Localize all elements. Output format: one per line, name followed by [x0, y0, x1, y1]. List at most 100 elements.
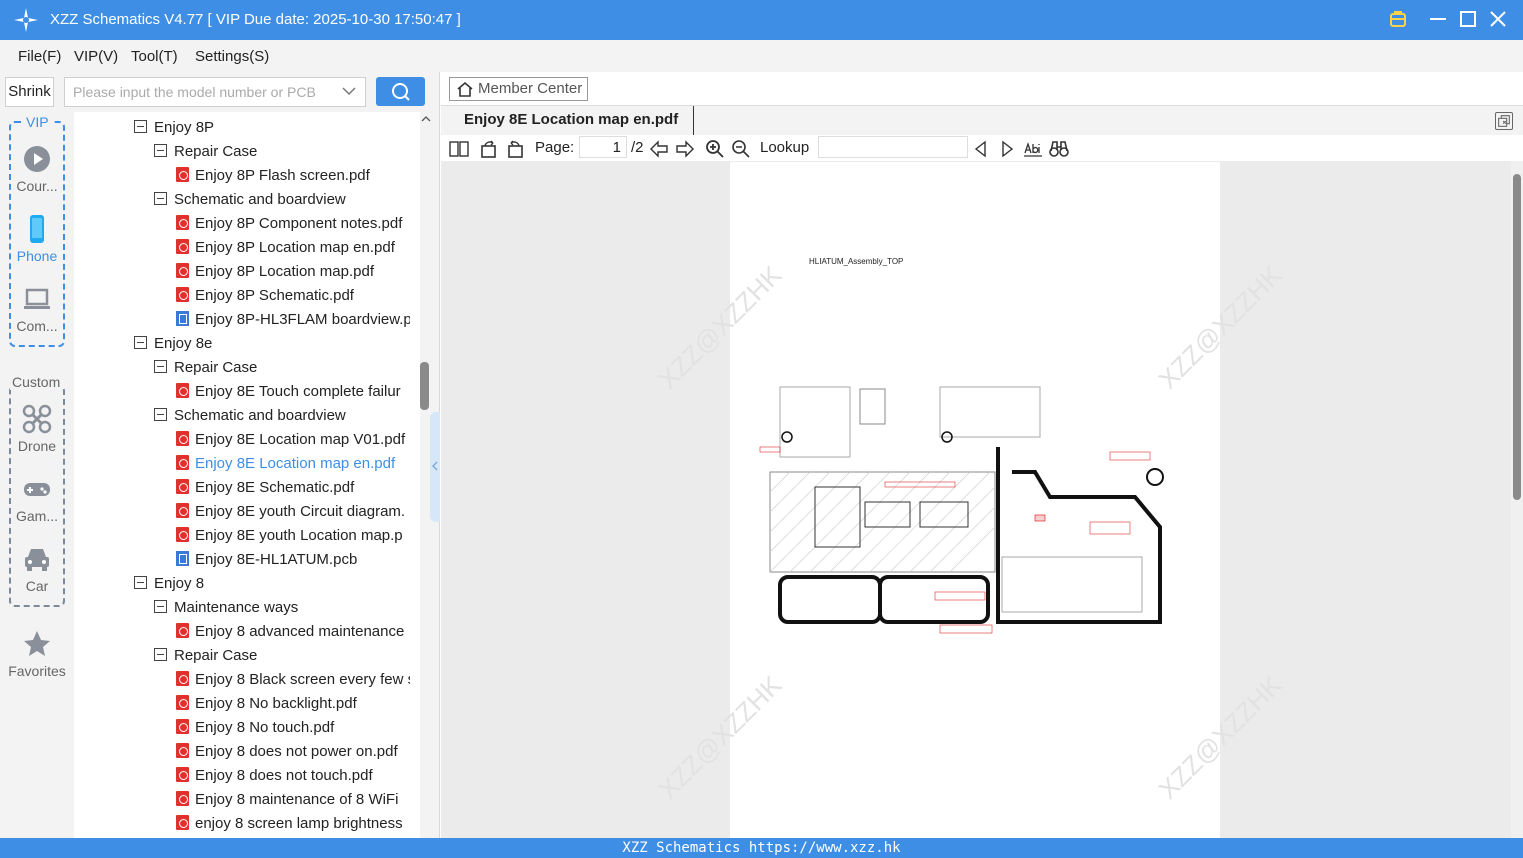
menu-file[interactable]: File(F) — [18, 48, 61, 65]
pdf-file-icon — [176, 526, 189, 542]
zoom-out-icon[interactable] — [731, 139, 751, 159]
tree-folder[interactable]: Repair Case — [154, 644, 410, 668]
tree-file[interactable]: enjoy 8 screen lamp brightness — [176, 812, 410, 836]
collapse-icon[interactable] — [154, 143, 167, 157]
scroll-up-icon[interactable] — [420, 114, 432, 124]
close-button[interactable] — [1487, 8, 1509, 30]
tree-folder[interactable]: Repair Case — [154, 356, 410, 380]
category-game[interactable]: Gam... — [10, 474, 64, 524]
rotate-left-icon[interactable] — [479, 139, 499, 159]
next-page-icon[interactable] — [675, 139, 695, 159]
tree-folder[interactable]: Repair Case — [154, 140, 410, 164]
tree-scrollbar-thumb[interactable] — [420, 362, 429, 410]
tree-file[interactable]: Enjoy 8E-HL1ATUM.pcb — [176, 548, 410, 572]
shrink-button[interactable]: Shrink — [5, 77, 54, 107]
tree-item-label: Enjoy 8P Location map.pdf — [195, 263, 375, 280]
find-previous-icon[interactable] — [971, 139, 991, 159]
category-phone[interactable]: Phone — [10, 214, 64, 264]
find-next-icon[interactable] — [997, 139, 1017, 159]
collapse-icon[interactable] — [154, 599, 167, 613]
pdf-file-icon — [176, 430, 189, 446]
category-courses[interactable]: Cour... — [10, 144, 64, 194]
tree-folder[interactable]: Schematic and boardview — [154, 188, 410, 212]
category-favorites[interactable]: Favorites — [2, 629, 72, 679]
pdf-file-icon — [176, 454, 189, 470]
category-car[interactable]: Car — [10, 544, 64, 594]
zoom-in-icon[interactable] — [705, 139, 725, 159]
tree-file[interactable]: Enjoy 8P Location map.pdf — [176, 260, 410, 284]
tree-file[interactable]: Enjoy 8E Location map V01.pdf — [176, 428, 410, 452]
tree-file[interactable]: Enjoy 8E youth Circuit diagram. — [176, 500, 410, 524]
collapse-icon[interactable] — [154, 359, 167, 373]
tree-file[interactable]: Enjoy 8 advanced maintenance — [176, 620, 410, 644]
tree-item-label: Repair Case — [174, 647, 258, 664]
close-tab-icon[interactable] — [1495, 112, 1513, 130]
previous-page-icon[interactable] — [649, 139, 669, 159]
tree-folder[interactable]: Schematic and boardview — [154, 404, 410, 428]
tree-file[interactable]: Enjoy 8 does not touch.pdf — [176, 764, 410, 788]
viewer-scrollbar[interactable] — [1511, 161, 1523, 838]
tree-file[interactable]: Enjoy 8 does not power on.pdf — [176, 740, 410, 764]
tree-folder[interactable]: Enjoy 8 — [134, 572, 410, 596]
pdf-viewer[interactable]: HLIATUM_Assembly_TOP XZZ@XZZHK XZZ@XZZHK… — [441, 161, 1523, 838]
category-drone[interactable]: Drone — [10, 404, 64, 454]
tree-file[interactable]: Enjoy 8E Schematic.pdf — [176, 476, 410, 500]
minimize-button[interactable] — [1427, 8, 1449, 30]
tree-item-label: Enjoy 8P Flash screen.pdf — [195, 167, 370, 184]
category-label: Cour... — [16, 178, 58, 194]
board-layout-diagram — [759, 386, 1164, 634]
category-label: Favorites — [8, 663, 66, 679]
tree-file[interactable]: Enjoy 8E Location map en.pdf — [176, 452, 410, 476]
tree-item-label: Enjoy 8P — [154, 119, 215, 136]
tree-folder[interactable]: Enjoy 8P — [134, 116, 410, 140]
tree-file[interactable]: Enjoy 8P Location map en.pdf — [176, 236, 410, 260]
page-number-input[interactable]: 1 — [579, 136, 627, 158]
panel-collapse-handle[interactable] — [430, 412, 440, 522]
tree-file[interactable]: Enjoy 8 No touch.pdf — [176, 716, 410, 740]
menu-tool[interactable]: Tool(T) — [131, 48, 178, 65]
tab-strip: Enjoy 8E Location map en.pdf — [441, 105, 1523, 136]
tree-item-label: Enjoy 8 No touch.pdf — [195, 719, 335, 736]
match-case-icon[interactable] — [1023, 139, 1043, 159]
chevron-down-icon[interactable] — [341, 83, 357, 99]
tree-item-label: Enjoy 8 does not touch.pdf — [195, 767, 373, 784]
collapse-icon[interactable] — [134, 575, 147, 589]
tree-file[interactable]: Enjoy 8P Flash screen.pdf — [176, 164, 410, 188]
menu-settings[interactable]: Settings(S) — [195, 48, 269, 65]
maximize-button[interactable] — [1457, 8, 1479, 30]
two-page-view-icon[interactable] — [449, 139, 469, 159]
search-icon — [392, 83, 410, 101]
binoculars-icon[interactable] — [1049, 139, 1069, 159]
tree-file[interactable]: Enjoy 8 Black screen every few s — [176, 668, 410, 692]
tree-file[interactable]: Enjoy 8E Touch complete failur — [176, 380, 410, 404]
tree-file[interactable]: Enjoy 8P Schematic.pdf — [176, 284, 410, 308]
viewer-scrollbar-thumb[interactable] — [1513, 174, 1521, 500]
search-input[interactable]: Please input the model number or PCB — [64, 77, 366, 107]
rotate-right-icon[interactable] — [505, 139, 525, 159]
tree-file[interactable]: Enjoy 8 maintenance of 8 WiFi — [176, 788, 410, 812]
collapse-icon[interactable] — [154, 647, 167, 661]
category-computer[interactable]: Com... — [10, 284, 64, 334]
pdf-file-icon — [176, 238, 189, 254]
tree-file[interactable]: Enjoy 8P Component notes.pdf — [176, 212, 410, 236]
tree-file[interactable]: Enjoy 8E youth Location map.p — [176, 524, 410, 548]
search-button[interactable] — [376, 77, 425, 106]
tree-file[interactable]: Enjoy 8 No backlight.pdf — [176, 692, 410, 716]
member-center-button[interactable]: Member Center — [449, 77, 588, 101]
menu-vip[interactable]: VIP(V) — [74, 48, 118, 65]
tree-item-label: Maintenance ways — [174, 599, 299, 616]
lookup-input[interactable] — [818, 136, 968, 158]
tree-folder[interactable]: Maintenance ways — [154, 596, 410, 620]
window-title: XZZ Schematics V4.77 [ VIP Due date: 202… — [50, 11, 461, 28]
tab-document[interactable]: Enjoy 8E Location map en.pdf — [449, 106, 695, 136]
tree-file[interactable]: Enjoy 8P-HL3FLAM boardview.p — [176, 308, 410, 332]
tree-folder[interactable]: Enjoy 8e — [134, 332, 410, 356]
vip-bag-icon[interactable] — [1387, 8, 1409, 30]
car-icon — [25, 549, 49, 571]
pdf-file-icon — [176, 670, 189, 686]
collapse-icon[interactable] — [134, 119, 147, 133]
collapse-icon[interactable] — [154, 191, 167, 205]
collapse-icon[interactable] — [154, 407, 167, 421]
vip-group-label: VIP — [24, 114, 51, 130]
collapse-icon[interactable] — [134, 335, 147, 349]
